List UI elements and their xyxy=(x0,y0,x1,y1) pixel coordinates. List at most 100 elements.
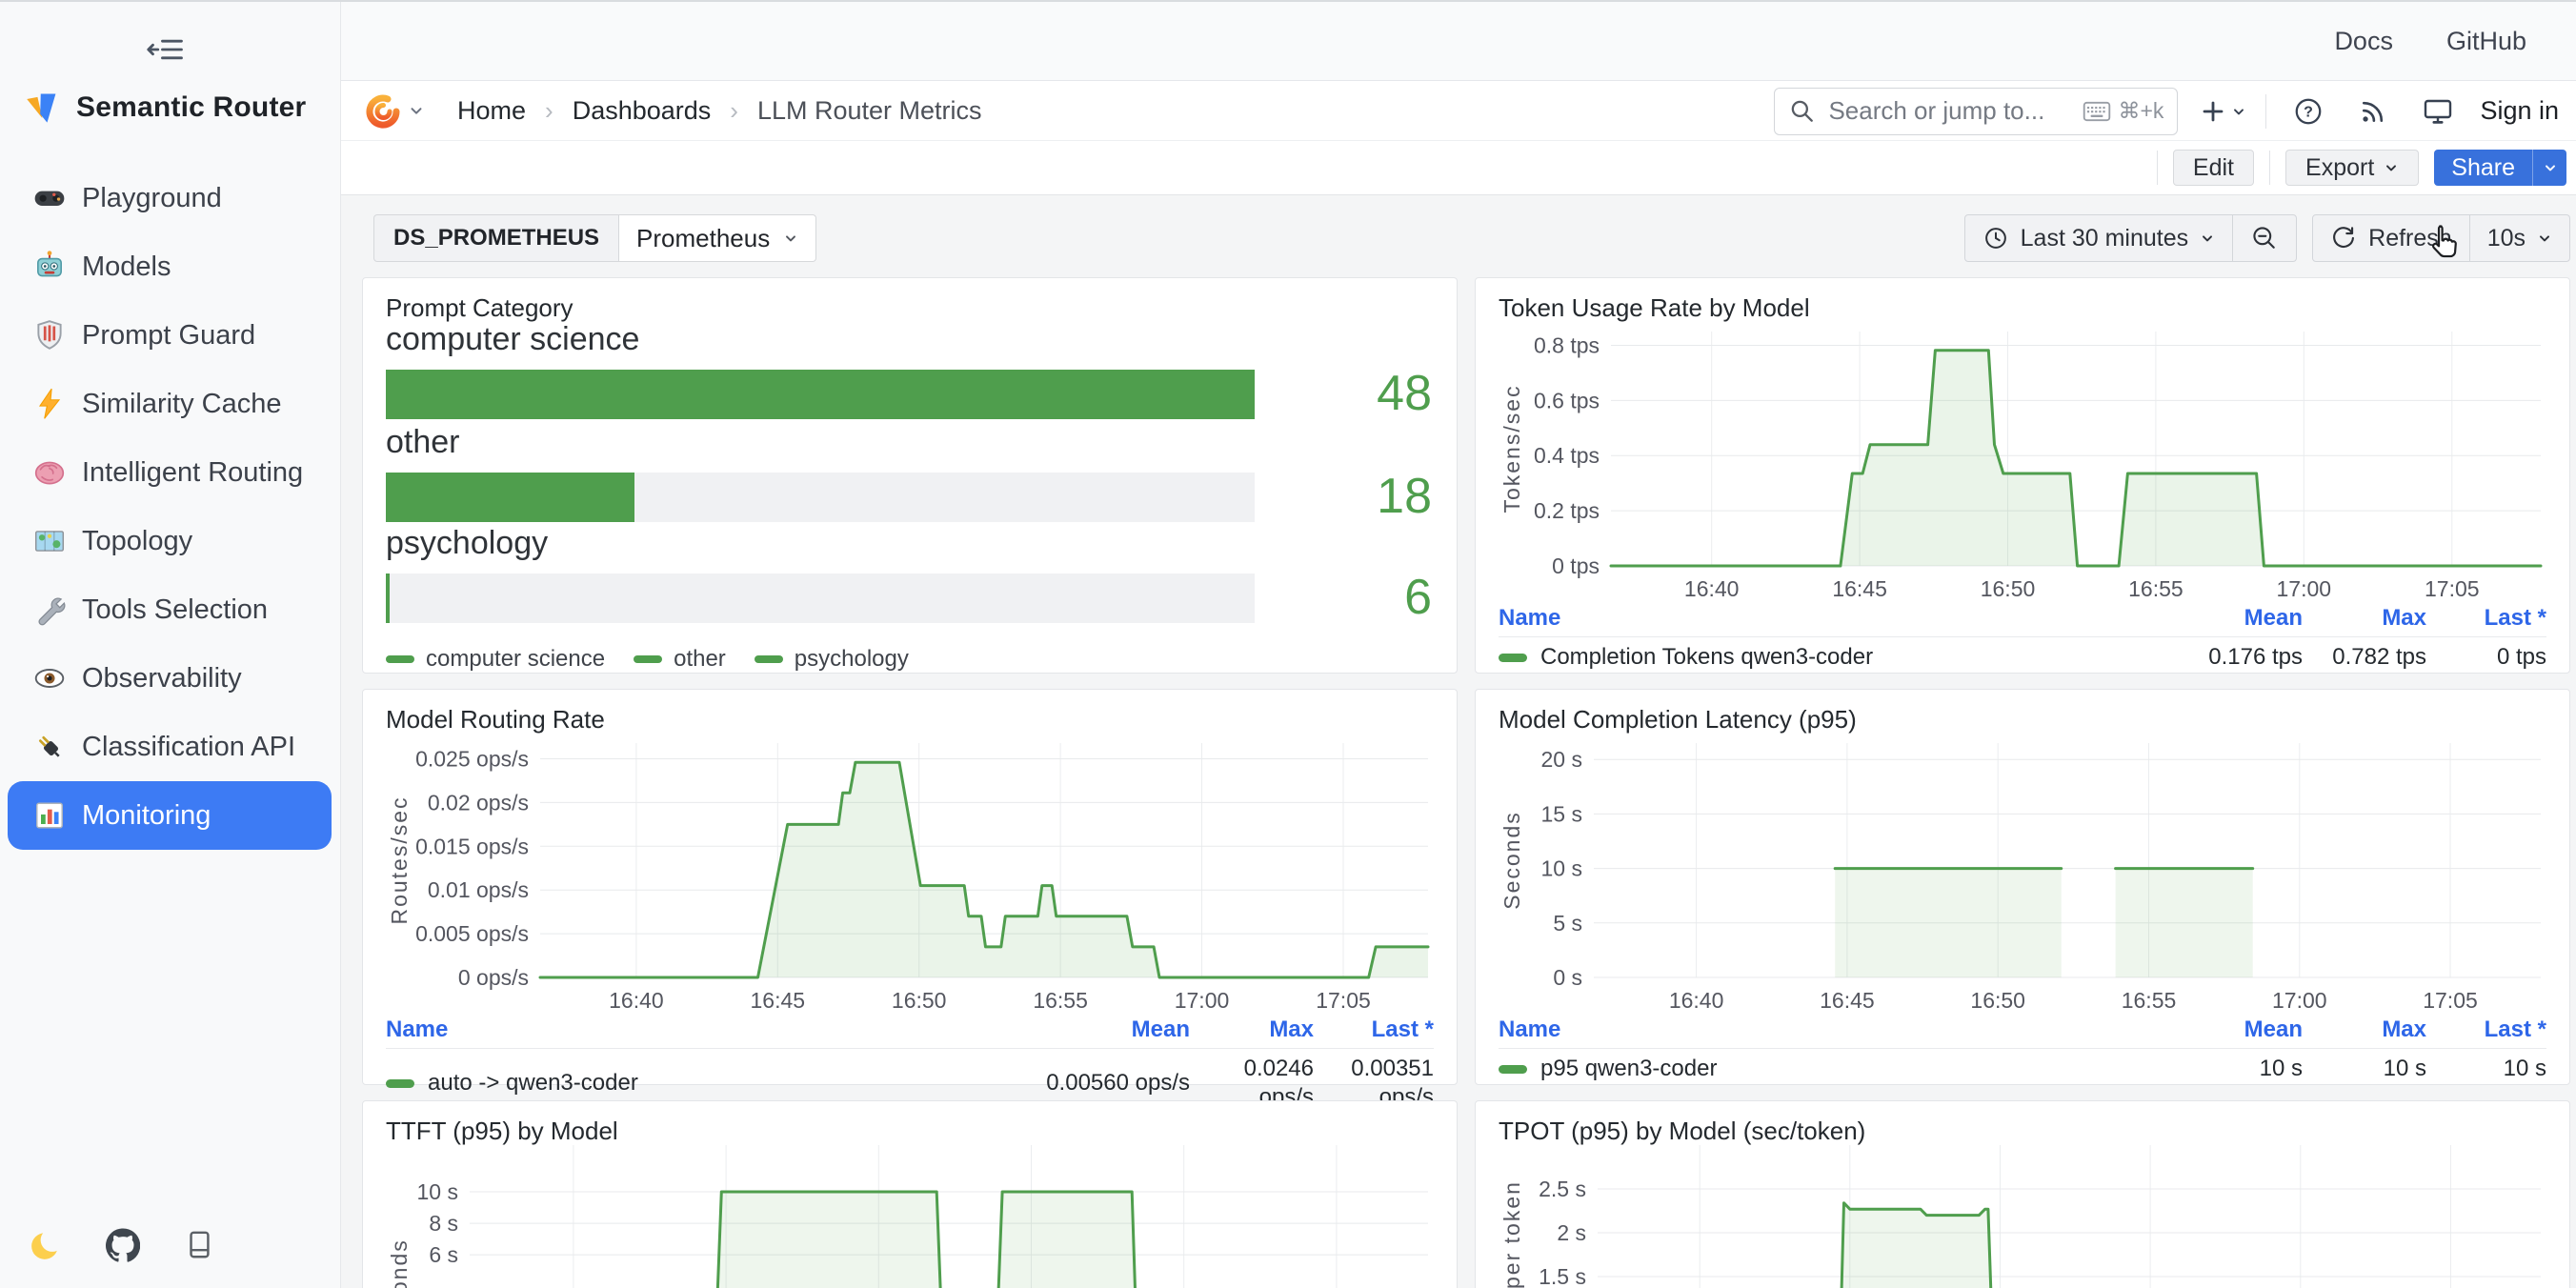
panel-title[interactable]: Prompt Category xyxy=(386,293,574,323)
time-series-chart[interactable]: 6 s8 s10 sSeconds xyxy=(386,1145,1436,1288)
brand[interactable]: Semantic Router xyxy=(25,90,306,126)
sidebar: Semantic Router Playground Models Prompt… xyxy=(0,0,341,1288)
docs-link[interactable]: Docs xyxy=(2334,27,2393,56)
legend-item[interactable]: other xyxy=(634,646,726,673)
sidebar-item-monitoring[interactable]: Monitoring xyxy=(8,781,332,850)
series-swatch xyxy=(386,655,414,663)
refresh-button[interactable]: Refresh xyxy=(2313,215,2469,261)
rss-icon xyxy=(2359,97,2387,126)
legend-item[interactable]: psychology xyxy=(755,646,909,673)
sidebar-item-topology[interactable]: Topology xyxy=(8,507,332,575)
legend-row: p95 qwen3-coder 10 s 10 s 10 s xyxy=(1499,1049,2546,1083)
dashboard-area: DS_PROMETHEUS Prometheus Last 30 minutes xyxy=(341,195,2576,1288)
sidebar-item-label: Tools Selection xyxy=(82,594,268,626)
sidebar-footer xyxy=(29,1227,217,1263)
add-new-button[interactable] xyxy=(2197,95,2246,128)
bar-fill xyxy=(386,473,634,522)
legend-header-name[interactable]: Name xyxy=(1499,604,2122,633)
sidebar-item-label: Topology xyxy=(82,526,192,557)
collapse-sidebar-button[interactable] xyxy=(145,30,187,69)
sidebar-item-similarity-cache[interactable]: Similarity Cache xyxy=(8,370,332,438)
grafana-logo-button[interactable] xyxy=(364,91,425,130)
time-controls: Last 30 minutes Refresh xyxy=(1964,214,2570,262)
sidebar-item-models[interactable]: Models xyxy=(8,232,332,301)
github-link[interactable]: GitHub xyxy=(2446,27,2526,56)
svg-text:20 s: 20 s xyxy=(1541,747,1582,772)
window-top-border xyxy=(0,0,2576,2)
wrench-icon xyxy=(32,593,67,627)
legend: computer science other psychology xyxy=(386,646,909,673)
theme-toggle-button[interactable] xyxy=(29,1227,65,1263)
legend-header-max[interactable]: Max xyxy=(1190,1016,1314,1044)
book-icon xyxy=(184,1229,214,1261)
legend-row: Completion Tokens qwen3-coder 0.176 tps … xyxy=(1499,637,2546,672)
svg-text:0.4 tps: 0.4 tps xyxy=(1534,443,1600,468)
help-button[interactable]: ? xyxy=(2285,89,2331,134)
svg-text:16:50: 16:50 xyxy=(892,988,947,1013)
svg-text:16:55: 16:55 xyxy=(2128,576,2184,601)
legend-header-last[interactable]: Last * xyxy=(1314,1016,1434,1044)
datasource-picker: DS_PROMETHEUS Prometheus xyxy=(373,214,816,262)
search-input[interactable]: Search or jump to... ⌘+k xyxy=(1774,88,2178,135)
share-menu-button[interactable] xyxy=(2532,150,2566,186)
news-button[interactable] xyxy=(2350,89,2396,134)
series-toggle[interactable]: Completion Tokens qwen3-coder xyxy=(1499,643,2122,672)
collapse-sidebar-icon xyxy=(147,30,185,69)
eye-icon xyxy=(32,661,67,695)
time-range-picker[interactable]: Last 30 minutes xyxy=(1965,215,2233,261)
svg-text:0 ops/s: 0 ops/s xyxy=(458,965,529,990)
sidebar-item-playground[interactable]: Playground xyxy=(8,164,332,232)
svg-text:0.8 tps: 0.8 tps xyxy=(1534,333,1600,358)
legend-header-name[interactable]: Name xyxy=(386,1016,1009,1044)
datasource-select[interactable]: Prometheus xyxy=(619,214,816,262)
zoom-out-time-button[interactable] xyxy=(2232,215,2296,261)
time-series-chart[interactable]: 1.5 s2 s2.5 sSeconds per token xyxy=(1499,1145,2548,1288)
svg-text:5 s: 5 s xyxy=(1553,911,1582,936)
legend-header-name[interactable]: Name xyxy=(1499,1016,2122,1044)
breadcrumb-separator: › xyxy=(730,96,738,126)
panel-title[interactable]: TTFT (p95) by Model xyxy=(386,1117,618,1146)
time-series-chart[interactable]: 0 tps0.2 tps0.4 tps0.6 tps0.8 tps16:4016… xyxy=(1499,316,2548,602)
series-toggle[interactable]: p95 qwen3-coder xyxy=(1499,1055,2122,1083)
legend-header-last[interactable]: Last * xyxy=(2426,1016,2546,1044)
bar-label: computer science xyxy=(386,322,639,356)
panel-title[interactable]: TPOT (p95) by Model (sec/token) xyxy=(1499,1117,1865,1146)
share-button[interactable]: Share xyxy=(2434,150,2532,186)
edit-button[interactable]: Edit xyxy=(2173,150,2254,186)
breadcrumb-home[interactable]: Home xyxy=(457,96,526,126)
time-series-chart[interactable]: 0 s5 s10 s15 s20 s16:4016:4516:5016:5517… xyxy=(1499,728,2548,1014)
sidebar-item-classification-api[interactable]: Classification API xyxy=(8,713,332,781)
series-toggle[interactable]: auto -> qwen3-coder xyxy=(386,1069,1009,1097)
sidebar-item-prompt-guard[interactable]: Prompt Guard xyxy=(8,301,332,370)
svg-text:0.6 tps: 0.6 tps xyxy=(1534,388,1600,413)
legend-header-max[interactable]: Max xyxy=(2303,604,2426,633)
time-range-group: Last 30 minutes xyxy=(1964,214,2298,262)
keyboard-icon xyxy=(2083,101,2111,122)
legend-header-mean[interactable]: Mean xyxy=(1009,1016,1190,1044)
refresh-interval-select[interactable]: 10s xyxy=(2469,215,2569,261)
legend-header-max[interactable]: Max xyxy=(2303,1016,2426,1044)
sidebar-item-intelligent-routing[interactable]: Intelligent Routing xyxy=(8,438,332,507)
datasource-variable-label: DS_PROMETHEUS xyxy=(373,214,619,262)
sidebar-item-tools-selection[interactable]: Tools Selection xyxy=(8,575,332,644)
breadcrumb-dashboards[interactable]: Dashboards xyxy=(573,96,712,126)
panel-tpot: TPOT (p95) by Model (sec/token) 1.5 s2 s… xyxy=(1475,1100,2570,1288)
time-series-chart[interactable]: 0 ops/s0.005 ops/s0.01 ops/s0.015 ops/s0… xyxy=(386,728,1436,1014)
legend-header-mean[interactable]: Mean xyxy=(2122,604,2303,633)
shield-icon xyxy=(32,318,67,352)
kiosk-mode-button[interactable] xyxy=(2415,89,2461,134)
chevron-down-icon xyxy=(2537,231,2552,246)
legend-item[interactable]: computer science xyxy=(386,646,605,673)
sidebar-item-observability[interactable]: Observability xyxy=(8,644,332,713)
legend-header-last[interactable]: Last * xyxy=(2426,604,2546,633)
legend-header-mean[interactable]: Mean xyxy=(2122,1016,2303,1044)
docs-footer-button[interactable] xyxy=(181,1227,217,1263)
grafana-header: Home › Dashboards › LLM Router Metrics S… xyxy=(341,81,2576,141)
export-button[interactable]: Export xyxy=(2285,150,2419,186)
github-footer-button[interactable] xyxy=(105,1227,141,1263)
svg-text:2.5 s: 2.5 s xyxy=(1539,1177,1586,1201)
svg-text:0.02 ops/s: 0.02 ops/s xyxy=(428,790,529,815)
svg-text:6 s: 6 s xyxy=(429,1242,458,1267)
map-icon xyxy=(32,524,67,558)
sign-in-button[interactable]: Sign in xyxy=(2480,96,2559,126)
